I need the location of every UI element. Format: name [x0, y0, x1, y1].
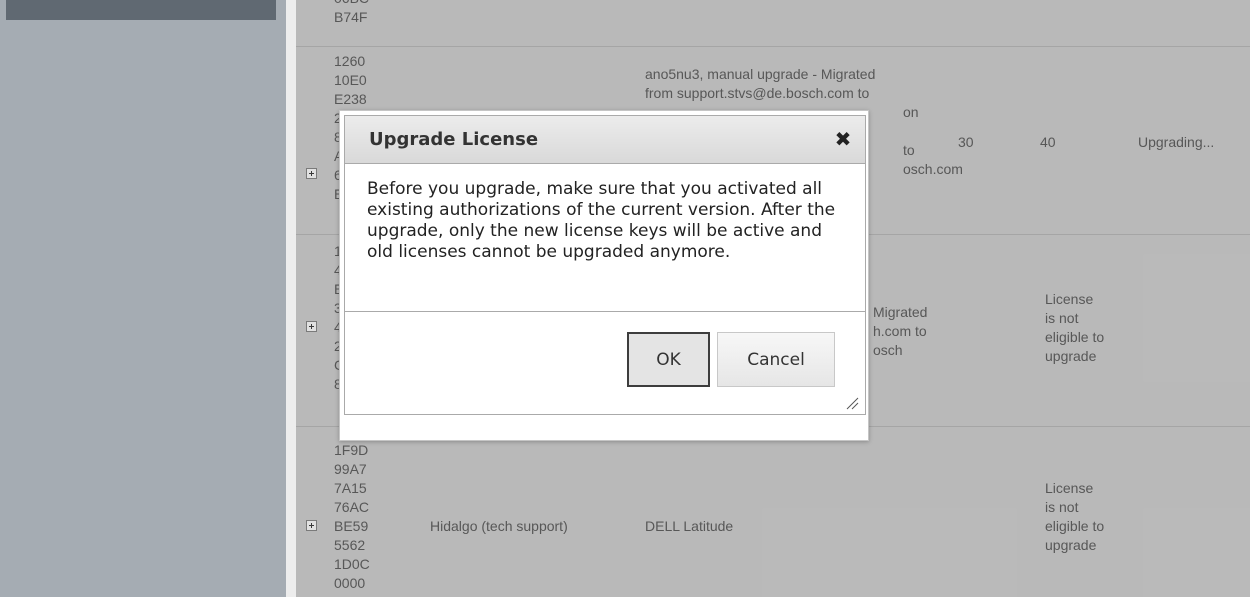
- upgrade-license-dialog: Upgrade License ✖ Before you upgrade, ma…: [339, 110, 869, 441]
- cancel-button[interactable]: Cancel: [717, 332, 835, 387]
- sidebar-selected-item[interactable]: [6, 0, 276, 20]
- dialog-body: Upgrade License ✖ Before you upgrade, ma…: [344, 115, 866, 415]
- close-icon[interactable]: ✖: [833, 129, 853, 149]
- dialog-titlebar[interactable]: Upgrade License ✖: [345, 116, 865, 164]
- resize-grip-icon[interactable]: [845, 396, 859, 410]
- sidebar: [0, 0, 286, 597]
- dialog-separator: [345, 311, 865, 312]
- ok-button[interactable]: OK: [627, 332, 710, 387]
- dialog-message: Before you upgrade, make sure that you a…: [367, 179, 836, 262]
- dialog-title: Upgrade License: [369, 129, 539, 150]
